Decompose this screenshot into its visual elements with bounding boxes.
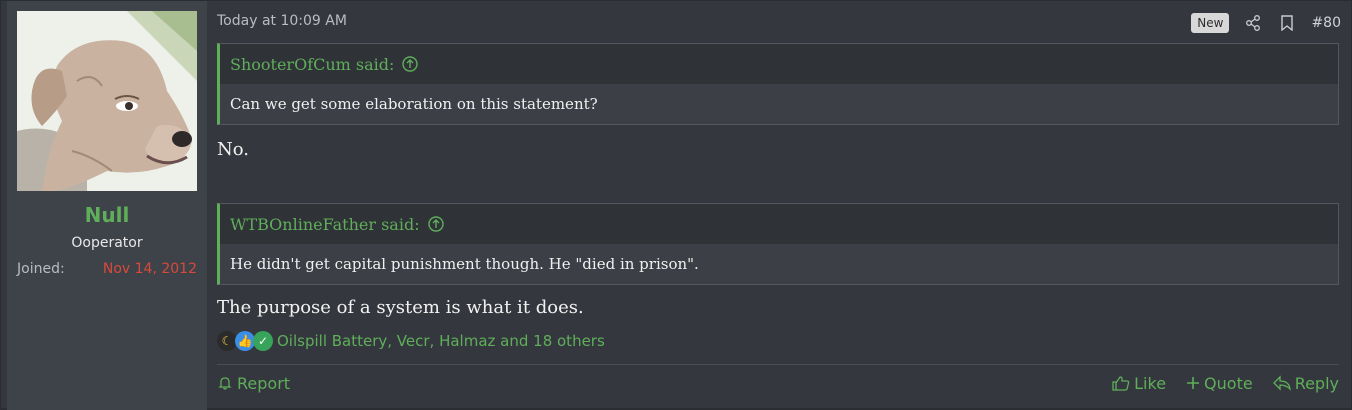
thumbs-up-outline-icon <box>1112 376 1130 391</box>
user-title: Ooperator <box>71 235 143 251</box>
message-text: The purpose of a system is what it does. <box>217 297 584 318</box>
quote-text: He didn't get capital punishment though.… <box>220 244 1338 284</box>
thumbs-up-icon: 👍 <box>235 331 255 351</box>
bookmark-icon[interactable] <box>1277 13 1297 33</box>
reactions-bar[interactable]: ☾ 👍 ✓ Oilspill Battery, Vecr, Halmaz and… <box>217 331 605 351</box>
footer-actions: Like Quote Reply <box>1112 374 1339 393</box>
bell-icon <box>218 377 232 390</box>
quote-text: Can we get some elaboration on this stat… <box>220 84 1338 124</box>
quote-author[interactable]: WTBOnlineFather said: <box>230 215 420 234</box>
quote-author[interactable]: ShooterOfCum said: <box>230 55 394 74</box>
reply-button[interactable]: Reply <box>1272 373 1339 393</box>
dog-avatar-image <box>17 11 197 191</box>
message-text: No. <box>217 139 249 160</box>
check-icon: ✓ <box>253 331 273 351</box>
username[interactable]: Null <box>7 203 207 227</box>
post-footer: Report Like Quote Reply <box>217 369 1339 397</box>
quote-block: WTBOnlineFather said: He didn't get capi… <box>217 203 1339 285</box>
post-number[interactable]: #80 <box>1311 15 1341 31</box>
user-sidebar: Null Ooperator Joined: Nov 14, 2012 <box>7 1 207 410</box>
avatar[interactable] <box>17 11 197 191</box>
plus-icon <box>1187 377 1200 389</box>
post-main: Today at 10:09 AM New #80 ShooterOfCum s… <box>217 1 1341 410</box>
footer-divider <box>217 364 1339 365</box>
reply-label: Reply <box>1294 373 1339 393</box>
like-label: Like <box>1134 373 1167 393</box>
quote-label: Quote <box>1204 373 1253 393</box>
share-icon[interactable] <box>1243 13 1263 33</box>
arrow-up-circle-icon[interactable] <box>427 216 444 232</box>
quote-header[interactable]: ShooterOfCum said: <box>220 44 1338 84</box>
reactions-summary[interactable]: Oilspill Battery, Vecr, Halmaz and 18 ot… <box>277 332 605 350</box>
reply-icon <box>1272 375 1291 391</box>
new-badge: New <box>1191 13 1230 33</box>
post-container: Null Ooperator Joined: Nov 14, 2012 Toda… <box>0 0 1352 410</box>
like-button[interactable]: Like <box>1112 374 1166 393</box>
arrow-up-circle-icon[interactable] <box>402 56 419 72</box>
quote-block: ShooterOfCum said: Can we get some elabo… <box>217 43 1339 125</box>
report-label: Report <box>237 373 291 393</box>
report-button[interactable]: Report <box>217 374 290 393</box>
joined-date: Nov 14, 2012 <box>102 261 197 277</box>
post-timestamp[interactable]: Today at 10:09 AM <box>217 13 347 29</box>
post-actions-top: New #80 <box>1191 11 1341 35</box>
moon-icon: ☾ <box>217 331 237 351</box>
joined-label: Joined: <box>17 261 65 277</box>
quote-header[interactable]: WTBOnlineFather said: <box>220 204 1338 244</box>
quote-button[interactable]: Quote <box>1186 374 1253 393</box>
